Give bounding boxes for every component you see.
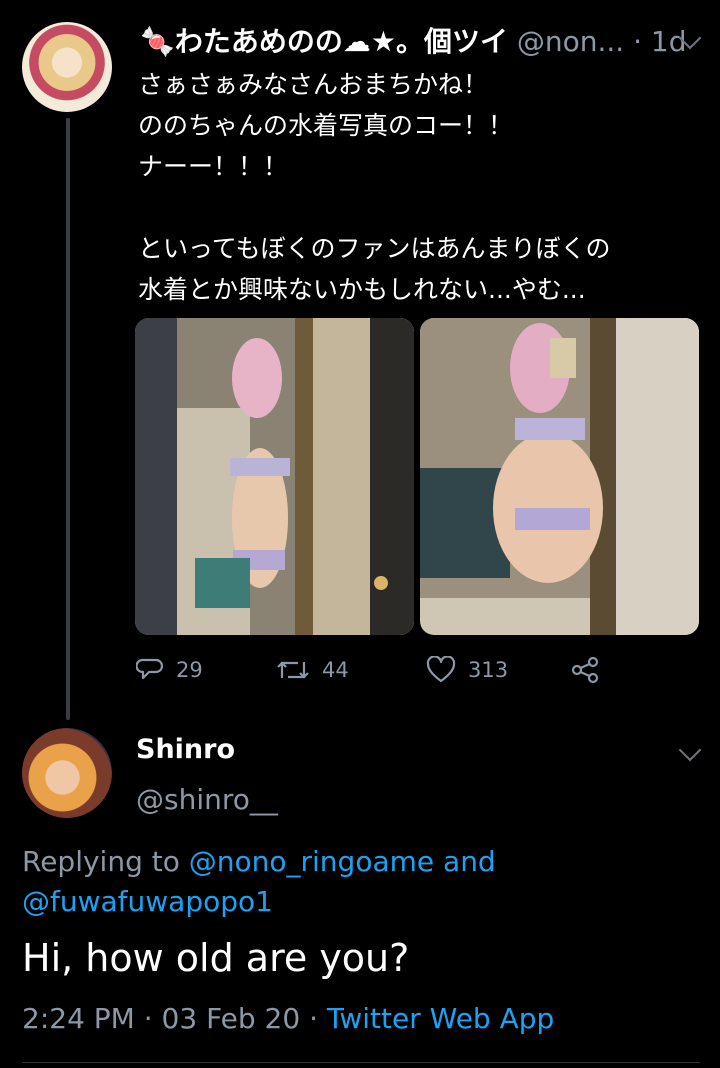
share-button[interactable] (570, 650, 600, 690)
like-count: 313 (468, 658, 509, 682)
like-button[interactable]: 313 (426, 650, 508, 690)
retweet-button[interactable]: 44 (276, 650, 349, 690)
tweet-photo-1[interactable] (135, 318, 414, 635)
divider (22, 1062, 700, 1063)
reply-date[interactable]: 03 Feb 20 (162, 1002, 301, 1035)
thread-line (66, 118, 70, 720)
tweet-photo-2[interactable] (420, 318, 699, 635)
retweet-count: 44 (322, 658, 349, 682)
tweet-author-handle[interactable]: @non... (517, 25, 624, 58)
reply-time[interactable]: 2:24 PM (22, 1002, 135, 1035)
tweet-timestamp[interactable]: 1d (651, 25, 687, 58)
reply-icon (136, 656, 164, 684)
reply-footer: 2:24 PM · 03 Feb 20 · Twitter Web App (22, 1002, 554, 1035)
reply-chevron-down-icon[interactable] (678, 738, 702, 762)
tweet-header: 🍬わたあめのの☁★。個ツイ @non... · 1d (140, 22, 700, 62)
meta-separator: · (633, 25, 643, 58)
source-app-link[interactable]: Twitter Web App (327, 1002, 554, 1035)
share-icon (570, 656, 600, 684)
replying-prefix: Replying to (22, 845, 180, 878)
tweet-author-avatar[interactable] (22, 22, 112, 112)
tweet-actions: 29 44 313 (136, 650, 696, 690)
replying-user-link-2[interactable]: @fuwafuwapopo1 (22, 885, 273, 918)
like-icon (426, 656, 456, 684)
footer-separator: · (309, 1002, 318, 1035)
retweet-icon (276, 656, 310, 684)
reply-author-avatar[interactable] (22, 728, 112, 818)
footer-separator: · (143, 1002, 153, 1035)
tweet-text: さぁさぁみなさんおまちかね！ ののちゃんの水着写真のコー！！ ナーー！！！ とい… (138, 70, 611, 304)
reply-author-name[interactable]: Shinro (136, 734, 235, 765)
reply-author-handle[interactable]: @shinro__ (136, 783, 278, 816)
reply-text: Hi, how old are you? (22, 936, 410, 980)
replying-to: Replying to @nono_ringoame and @fuwafuwa… (22, 842, 702, 922)
tweet-author-name[interactable]: 🍬わたあめのの☁★。個ツイ (140, 25, 508, 58)
reply-button[interactable]: 29 (136, 650, 203, 690)
replying-user-link-1[interactable]: @nono_ringoame (189, 845, 434, 878)
reply-count: 29 (176, 658, 203, 682)
replying-and: and (443, 845, 496, 878)
